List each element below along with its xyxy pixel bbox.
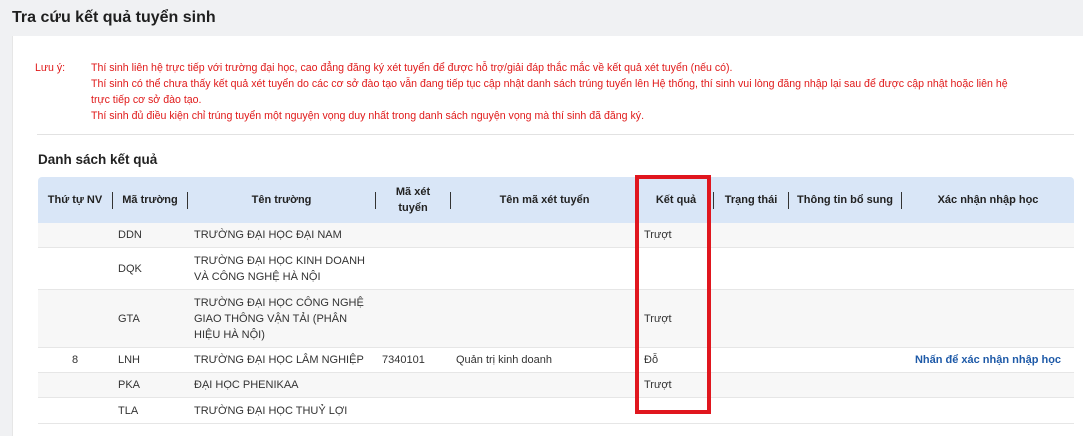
cell-status — [720, 290, 786, 347]
cell-admission-code — [382, 223, 450, 247]
page-header: Tra cứu kết quả tuyển sinh — [0, 0, 1083, 36]
cell-extra-info — [796, 398, 900, 423]
col-extra-info: Thông tin bổ sung — [797, 194, 893, 206]
results-title: Danh sách kết quả — [38, 152, 158, 167]
confirm-enrollment-link[interactable] — [902, 398, 1074, 423]
cell-admission-code: 7340101 — [382, 354, 425, 366]
cell-school-name: TRƯỜNG ĐẠI HỌC ĐẠI NAM — [194, 229, 342, 241]
table-row: PKA ĐẠI HỌC PHENIKAA Trượt — [38, 373, 1074, 398]
cell-extra-info — [796, 348, 900, 372]
cell-school-code: LNH — [118, 354, 141, 366]
cell-status — [720, 248, 786, 289]
table-row: DDN TRƯỜNG ĐẠI HỌC ĐẠI NAM Trượt — [38, 223, 1074, 248]
cell-admission-code — [382, 373, 450, 397]
cell-status — [720, 398, 786, 423]
cell-extra-info — [796, 290, 900, 347]
page-title: Tra cứu kết quả tuyển sinh — [12, 9, 216, 26]
result-column-highlight — [635, 175, 711, 414]
cell-order — [38, 290, 112, 347]
cell-order — [38, 398, 112, 423]
cell-school-name: TRƯỜNG ĐẠI HỌC KINH DOANH VÀ CÔNG NGHỆ H… — [194, 254, 365, 283]
col-admission-code: Mã xét tuyển — [395, 186, 431, 214]
col-order: Thứ tự NV — [47, 194, 103, 206]
col-status: Trạng thái — [724, 194, 778, 206]
cell-order — [38, 223, 112, 247]
confirm-enrollment-link[interactable] — [902, 223, 1074, 247]
cell-school-name: TRƯỜNG ĐẠI HỌC THUỶ LỢI — [194, 404, 348, 417]
divider — [37, 134, 1074, 135]
table-row: DQK TRƯỜNG ĐẠI HỌC KINH DOANH VÀ CÔNG NG… — [38, 248, 1074, 290]
table-header: Thứ tự NV Mã trường Tên trường Mã xét tu… — [38, 177, 1074, 223]
cell-admission-name — [456, 223, 636, 247]
table-row: 8 LNH TRƯỜNG ĐẠI HỌC LÂM NGHIỆP 7340101 … — [38, 348, 1074, 373]
table-row: TLA TRƯỜNG ĐẠI HỌC THUỶ LỢI — [38, 398, 1074, 424]
note-label: Lưu ý: — [35, 62, 66, 74]
cell-status — [720, 373, 786, 397]
note-line-2: Thí sinh có thể chưa thấy kết quả xét tu… — [91, 78, 1008, 90]
cell-school-code: DQK — [118, 262, 142, 275]
cell-school-code: GTA — [118, 312, 140, 325]
cell-extra-info — [796, 373, 900, 397]
cell-admission-code — [382, 398, 450, 423]
results-card: Lưu ý: Thí sinh liên hệ trực tiếp với tr… — [12, 36, 1083, 436]
col-school-code: Mã trường — [122, 194, 178, 206]
cell-admission-name — [456, 373, 636, 397]
note-line-1: Thí sinh liên hệ trực tiếp với trường đạ… — [91, 62, 733, 74]
cell-admission-name — [456, 290, 636, 347]
cell-status — [720, 348, 786, 372]
note-line-3: trực tiếp cơ sở đào tạo. — [91, 94, 202, 106]
cell-order — [38, 248, 112, 289]
cell-school-code: PKA — [118, 379, 141, 391]
cell-admission-name — [456, 248, 636, 289]
cell-extra-info — [796, 223, 900, 247]
cell-school-code: TLA — [118, 404, 139, 417]
col-school-name: Tên trường — [251, 194, 312, 206]
cell-admission-name — [456, 398, 636, 423]
cell-order — [38, 373, 112, 397]
confirm-enrollment-link[interactable] — [902, 248, 1074, 289]
cell-extra-info — [796, 248, 900, 289]
col-admission-name: Tên mã xét tuyển — [499, 194, 590, 206]
table-row: GTA TRƯỜNG ĐẠI HỌC CÔNG NGHỆ GIAO THÔNG … — [38, 290, 1074, 348]
note-line-4: Thí sinh đủ điều kiện chỉ trúng tuyển mộ… — [91, 110, 645, 122]
cell-school-name: ĐẠI HỌC PHENIKAA — [194, 379, 299, 391]
confirm-enrollment-link[interactable] — [902, 290, 1074, 347]
col-confirm: Xác nhận nhập học — [937, 194, 1039, 206]
confirm-enrollment-link[interactable]: Nhấn để xác nhận nhập học — [902, 348, 1074, 372]
cell-school-name: TRƯỜNG ĐẠI HỌC LÂM NGHIỆP — [194, 354, 364, 366]
cell-order: 8 — [71, 354, 79, 366]
cell-status — [720, 223, 786, 247]
cell-admission-name: Quản trị kinh doanh — [456, 354, 553, 366]
confirm-enrollment-link[interactable] — [902, 373, 1074, 397]
cell-school-code: DDN — [118, 229, 142, 241]
cell-admission-code — [382, 248, 450, 289]
cell-admission-code — [382, 290, 450, 347]
cell-school-name: TRƯỜNG ĐẠI HỌC CÔNG NGHỆ GIAO THÔNG VẬN … — [194, 296, 364, 341]
